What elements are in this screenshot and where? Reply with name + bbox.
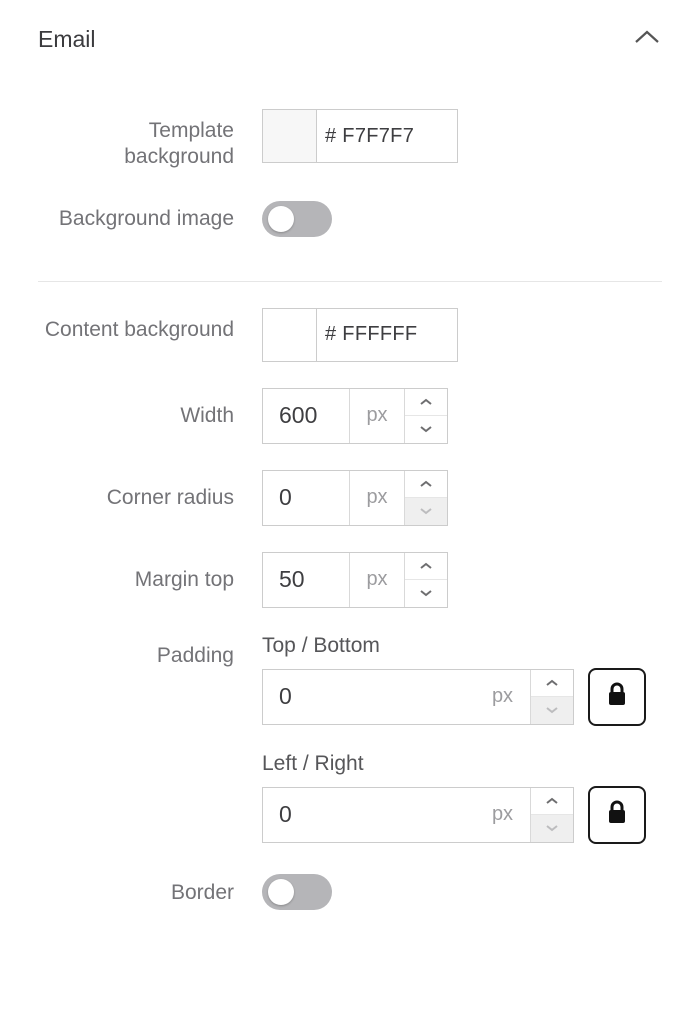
corner-radius-label: Corner radius [38,470,262,511]
margin-top-increment[interactable] [405,553,447,580]
padding-tb-unit: px [475,670,531,724]
background-image-label: Background image [38,197,262,232]
width-increment[interactable] [405,389,447,416]
padding-tb-stepper[interactable]: 0 px [262,669,574,725]
background-image-toggle[interactable] [262,201,332,237]
section-divider [38,281,662,282]
panel-header: Email [38,26,662,83]
margin-top-stepper[interactable]: 50 px [262,552,448,608]
width-spin [405,389,447,443]
padding-lr-unit: px [475,788,531,842]
padding-row: Padding Top / Bottom 0 px [38,634,662,844]
padding-top-bottom-group: Top / Bottom 0 px [262,634,662,726]
content-background-row: Content background # FFFFFF [38,308,662,362]
padding-lr-increment[interactable] [531,788,573,815]
corner-radius-decrement [405,497,447,525]
width-stepper[interactable]: 600 px [262,388,448,444]
width-label: Width [38,388,262,429]
padding-tb-label: Top / Bottom [262,634,662,658]
corner-radius-stepper[interactable]: 0 px [262,470,448,526]
padding-tb-value[interactable]: 0 [263,670,475,724]
template-background-swatch[interactable] [263,110,317,162]
toggle-knob [268,879,294,905]
content-background-hex[interactable]: # FFFFFF [317,309,457,361]
padding-lr-decrement [531,814,573,842]
padding-left-right-group: Left / Right 0 px [262,752,662,844]
content-background-swatch[interactable] [263,309,317,361]
margin-top-unit: px [349,553,405,607]
width-decrement[interactable] [405,415,447,443]
margin-top-spin [405,553,447,607]
corner-radius-row: Corner radius 0 px [38,470,662,526]
padding-lr-spin [531,788,573,842]
width-value[interactable]: 600 [263,389,349,443]
width-unit: px [349,389,405,443]
template-background-color-input[interactable]: # F7F7F7 [262,109,458,163]
lock-icon [606,681,628,713]
background-image-row: Background image [38,197,662,233]
corner-radius-value[interactable]: 0 [263,471,349,525]
padding-lr-stepper[interactable]: 0 px [262,787,574,843]
corner-radius-unit: px [349,471,405,525]
content-background-color-input[interactable]: # FFFFFF [262,308,458,362]
padding-lr-label: Left / Right [262,752,662,776]
padding-tb-decrement [531,696,573,724]
margin-top-value[interactable]: 50 [263,553,349,607]
margin-top-row: Margin top 50 px [38,552,662,608]
padding-lr-value[interactable]: 0 [263,788,475,842]
padding-lr-lock-button[interactable] [588,786,646,844]
content-background-label: Content background [38,308,262,343]
corner-radius-spin [405,471,447,525]
padding-label: Padding [38,634,262,669]
border-toggle[interactable] [262,874,332,910]
toggle-knob [268,206,294,232]
template-background-row: Template background # F7F7F7 [38,109,662,171]
padding-tb-lock-button[interactable] [588,668,646,726]
padding-tb-spin [531,670,573,724]
padding-tb-increment[interactable] [531,670,573,697]
margin-top-label: Margin top [38,552,262,593]
collapse-icon[interactable] [632,28,662,52]
border-label: Border [38,870,262,906]
template-background-hex[interactable]: # F7F7F7 [317,110,457,162]
margin-top-decrement[interactable] [405,579,447,607]
border-row: Border [38,870,662,906]
lock-icon [606,799,628,831]
template-background-label: Template background [38,109,262,171]
corner-radius-increment[interactable] [405,471,447,498]
panel-title: Email [38,26,96,53]
width-row: Width 600 px [38,388,662,444]
